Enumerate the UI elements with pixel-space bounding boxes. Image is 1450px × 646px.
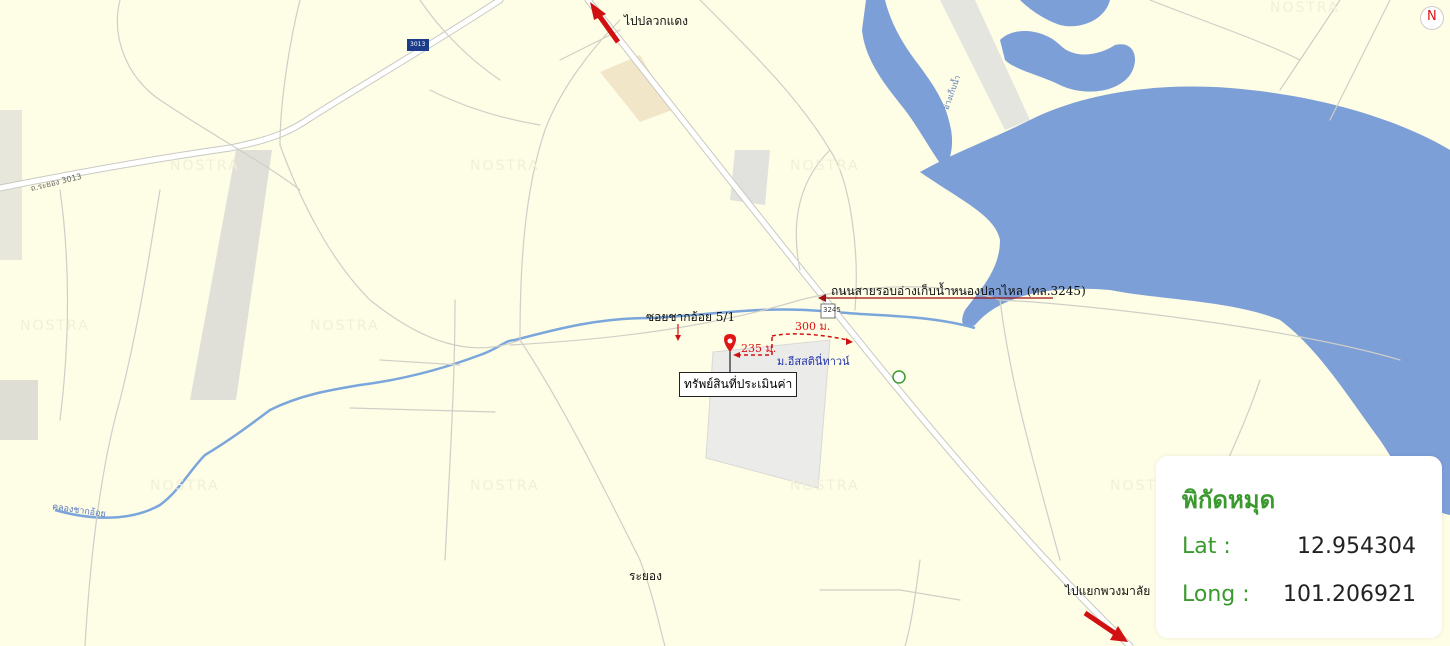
- grey-block-bottom-left: [0, 380, 38, 440]
- svg-text:NOSTRA: NOSTRA: [470, 158, 540, 174]
- longitude-value: 101.206921: [1283, 582, 1416, 607]
- label-distance-235: 235 ม.: [741, 342, 777, 355]
- svg-text:NOSTRA: NOSTRA: [170, 158, 240, 174]
- label-reservoir-road: ถนนสายรอบอ่างเก็บน้ำหนองปลาไหล (ทล.3245): [831, 284, 1086, 298]
- svg-text:NOSTRA: NOSTRA: [790, 158, 860, 174]
- label-to-pluak-daeng: ไปปลวกแดง: [624, 14, 689, 28]
- svg-text:NOSTRA: NOSTRA: [1270, 0, 1340, 16]
- label-to-phuang-malai: ไปแยกพวงมาลัย: [1065, 584, 1151, 598]
- svg-text:NOSTRA: NOSTRA: [790, 478, 860, 494]
- label-route-shield: 3013: [410, 41, 426, 48]
- svg-text:NOSTRA: NOSTRA: [20, 318, 90, 334]
- label-village: ม.อีสสตินี่ทาวน์: [777, 355, 850, 368]
- label-soi-chak-oi: ซอยชากอ้อย 5/1: [646, 310, 736, 324]
- longitude-label: Long :: [1182, 582, 1250, 607]
- label-route-3245: 3245: [823, 306, 841, 314]
- coordinates-title: พิกัดหมุด: [1182, 486, 1276, 514]
- label-distance-300: 300 ม.: [795, 320, 831, 333]
- coordinates-panel: พิกัดหมุด Lat : 12.954304 Long : 101.206…: [1156, 456, 1442, 638]
- label-rayong: ระยอง: [629, 569, 662, 583]
- grey-block-mid: [730, 150, 770, 205]
- compass-icon[interactable]: N: [1420, 6, 1444, 30]
- svg-text:NOSTRA: NOSTRA: [470, 478, 540, 494]
- svg-text:NOSTRA: NOSTRA: [310, 318, 380, 334]
- property-label: ทรัพย์สินที่ประเมินค่า: [679, 372, 798, 397]
- temple-icon: [892, 370, 906, 384]
- latitude-label: Lat :: [1182, 534, 1231, 559]
- svg-text:NOSTRA: NOSTRA: [150, 478, 220, 494]
- latitude-value: 12.954304: [1297, 534, 1416, 559]
